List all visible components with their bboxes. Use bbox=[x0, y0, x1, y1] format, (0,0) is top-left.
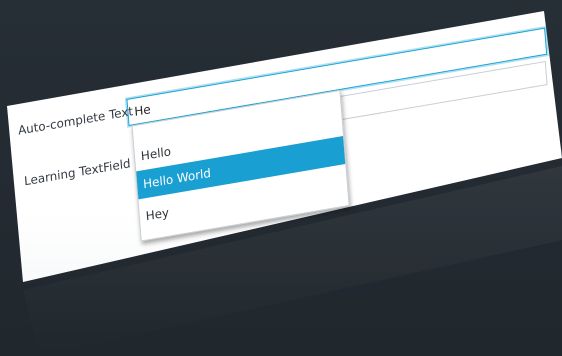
suggestion-label: Hello bbox=[140, 144, 172, 164]
learning-textfield-label: Learning TextField bbox=[23, 156, 132, 189]
screen: He Auto-complete Text Learning TextField… bbox=[0, 0, 562, 356]
suggestion-label: Hello World bbox=[142, 165, 212, 192]
autocomplete-label: Auto-complete Text bbox=[17, 104, 134, 138]
autocomplete-value: He bbox=[133, 101, 152, 119]
suggestion-label: Hey bbox=[145, 205, 170, 224]
